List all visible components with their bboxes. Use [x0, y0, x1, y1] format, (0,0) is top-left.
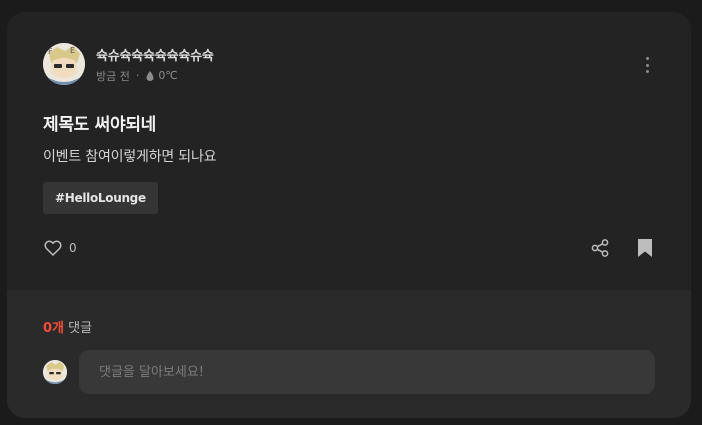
post-body: 이벤트 참여이렇게하면 되나요 [43, 149, 217, 165]
post-section: F E 슉슈슉슉슉슉슉슉슈슉 방금 전 · 0℃ 제목도 써야되네 이벤트 참여… [7, 12, 691, 290]
like-button[interactable]: 0 [43, 238, 77, 258]
author-meta: 방금 전 · 0℃ [96, 68, 214, 84]
author-name[interactable]: 슉슈슉슉슉슉슉슉슈슉 [96, 45, 214, 64]
more-dot [645, 57, 649, 60]
like-count: 0 [69, 241, 77, 255]
more-vertical-icon[interactable] [639, 55, 655, 75]
anime-avatar-icon [43, 360, 67, 384]
author-block: F E 슉슈슉슉슉슉슉슉슈슉 방금 전 · 0℃ [43, 43, 214, 85]
post-time: 방금 전 [96, 69, 130, 83]
post-title: 제목도 써야되네 [43, 115, 156, 135]
comment-label: 댓글 [68, 321, 93, 336]
temperature-value: 0℃ [158, 69, 178, 82]
comment-input[interactable] [79, 350, 655, 394]
comments-section: 0개 댓글 [7, 290, 691, 418]
bookmark-icon[interactable] [636, 238, 654, 258]
post-card: F E 슉슈슉슉슉슉슉슉슈슉 방금 전 · 0℃ 제목도 써야되네 이벤트 참여… [7, 12, 691, 418]
more-dot [645, 63, 649, 67]
comment-count-label: 0개 댓글 [43, 317, 92, 336]
comment-count: 0개 [43, 321, 65, 336]
anime-avatar-icon: F E [43, 43, 85, 85]
share-icon[interactable] [590, 238, 610, 258]
more-dot [645, 70, 649, 73]
current-user-avatar [43, 360, 67, 384]
meta-separator: · [135, 69, 140, 82]
svg-text:F: F [48, 47, 53, 56]
hashtag-chip[interactable]: #HelloLounge [43, 182, 158, 214]
author-text: 슉슈슉슉슉슉슉슉슈슉 방금 전 · 0℃ [96, 45, 214, 84]
heart-outline-icon [44, 240, 62, 256]
drop-icon [145, 70, 155, 82]
author-avatar[interactable]: F E [43, 43, 85, 85]
svg-text:E: E [70, 46, 75, 55]
